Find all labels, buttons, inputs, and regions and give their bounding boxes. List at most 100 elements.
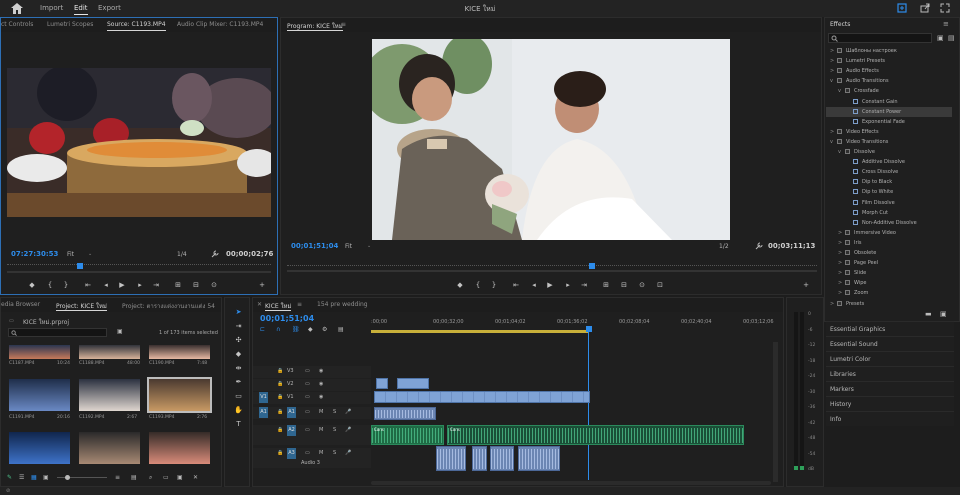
effects-item[interactable]: Additive Dissolve [826, 157, 952, 167]
new-bin-icon[interactable]: ▭ [163, 474, 169, 481]
overwrite-icon[interactable]: ⊟ [191, 281, 201, 289]
lift-icon[interactable]: ⊞ [601, 281, 611, 289]
snap-icon[interactable]: ∩ [276, 326, 280, 333]
go-to-out-icon[interactable]: ⇥ [151, 281, 161, 289]
effects-item[interactable]: v Video Transitions [826, 137, 952, 147]
automate-to-sequence-icon[interactable]: ▤ [131, 474, 137, 481]
sync-lock-icon[interactable]: ▭ [305, 427, 310, 433]
eye-icon[interactable]: ◉ [319, 394, 323, 400]
selection-tool-icon[interactable]: ➤ [233, 308, 244, 318]
eye-icon[interactable]: ◉ [319, 368, 323, 374]
project-clip-thumbnail[interactable] [149, 432, 210, 464]
effects-item[interactable]: > Lumetri Presets [826, 56, 952, 66]
find-icon[interactable]: ⌕ [149, 474, 152, 482]
timeline-horizontal-scrollbar[interactable] [371, 481, 771, 485]
clip-v1[interactable] [374, 391, 590, 403]
effects-search-input[interactable] [828, 33, 932, 43]
chevron-down-icon[interactable]: v [838, 88, 841, 94]
program-playhead[interactable] [589, 263, 595, 269]
project-clip-thumbnail[interactable] [9, 379, 70, 411]
add-marker-icon[interactable]: ◆ [455, 281, 465, 289]
lock-icon[interactable]: 🔒 [277, 450, 283, 456]
close-icon[interactable]: ✕ [257, 301, 262, 308]
step-forward-icon[interactable]: ▸ [563, 281, 573, 289]
step-forward-icon[interactable]: ▸ [135, 281, 145, 289]
clip-a3[interactable] [490, 446, 514, 471]
effects-item[interactable]: v Audio Transitions [826, 76, 952, 86]
track-target-label[interactable]: A1 [287, 407, 296, 418]
effects-item[interactable]: > Шаблоны настроек [826, 46, 952, 56]
effects-item[interactable]: > Presets [826, 299, 952, 309]
tab-project-other[interactable]: Project: ตารางแต่งงานงานแต่ง 54 [122, 301, 215, 311]
effects-item[interactable]: Dip to Black [826, 177, 952, 187]
panel-menu-icon[interactable]: ≡ [297, 301, 302, 308]
panel-essential-graphics[interactable]: Essential Graphics [826, 321, 954, 336]
chevron-right-icon[interactable]: > [838, 240, 842, 246]
new-bin-from-search-icon[interactable]: ▣ [117, 328, 123, 335]
project-clip-thumbnail[interactable] [79, 432, 140, 464]
extract-icon[interactable]: ⊟ [619, 281, 629, 289]
program-timecode[interactable]: 00;01;51;04 [291, 242, 338, 250]
track-target-label[interactable]: A3 [287, 448, 296, 459]
chevron-down-icon[interactable]: v [830, 78, 833, 84]
sync-lock-icon[interactable]: ▭ [305, 450, 310, 456]
source-zoom-bar[interactable] [7, 271, 271, 273]
source-patch-button[interactable]: A1 [259, 407, 268, 418]
thumbnail-size-handle[interactable] [65, 475, 70, 480]
program-fit-dropdown[interactable]: Fit [345, 243, 352, 250]
comparison-view-icon[interactable]: ⊡ [655, 281, 665, 289]
mute-button[interactable]: M [319, 409, 323, 415]
tab-sequence-kice[interactable]: KICE ใหม่ [265, 301, 292, 311]
tab-lumetri-scopes[interactable]: Lumetri Scopes [47, 21, 93, 28]
sync-lock-icon[interactable]: ▭ [305, 368, 310, 374]
track-target-label[interactable]: V1 [287, 394, 294, 400]
chevron-right-icon[interactable]: > [838, 230, 842, 236]
clip-a3[interactable] [472, 446, 487, 471]
effects-item[interactable]: > Slide [826, 268, 952, 278]
effects-item[interactable]: Dip to White [826, 187, 952, 197]
mark-in-icon[interactable]: { [45, 281, 55, 289]
type-tool-icon[interactable]: T [233, 420, 244, 430]
track-target-label[interactable]: V3 [287, 368, 294, 374]
project-clip-thumbnail[interactable] [149, 345, 210, 359]
source-fit-dropdown[interactable]: Fit [67, 251, 74, 258]
effects-title[interactable]: Effects [830, 21, 850, 28]
project-search-input[interactable] [8, 328, 107, 337]
freeform-view-icon[interactable]: ▣ [43, 474, 49, 481]
effects-item[interactable]: > Zoom [826, 288, 952, 298]
go-to-in-icon[interactable]: ⇤ [83, 281, 93, 289]
pen-tool-icon[interactable]: ✒ [233, 378, 244, 388]
step-back-icon[interactable]: ◂ [101, 281, 111, 289]
export-frame-icon[interactable]: ⊙ [209, 281, 219, 289]
clip-a2-music[interactable]: Cons [371, 425, 444, 445]
panel-lumetri-color[interactable]: Lumetri Color [826, 351, 954, 366]
effects-item[interactable]: v Crossfade [826, 86, 952, 96]
new-item-icon[interactable]: ▣ [177, 474, 183, 481]
new-folder-icon[interactable]: ▬ [925, 310, 932, 318]
panel-markers[interactable]: Markers [826, 381, 954, 396]
effects-item[interactable]: Exponential Fade [826, 117, 952, 127]
tab-project-kice[interactable]: Project: KICE ใหม่ [56, 301, 107, 311]
go-to-in-icon[interactable]: ⇤ [511, 281, 521, 289]
track-target-label[interactable]: A2 [287, 425, 296, 436]
insert-icon[interactable]: ⊞ [173, 281, 183, 289]
razor-tool-icon[interactable]: ◆ [233, 350, 244, 360]
delete-icon[interactable]: ▣ [940, 310, 947, 318]
clip-v2[interactable] [376, 378, 388, 389]
solo-button[interactable]: S [333, 409, 336, 415]
panel-history[interactable]: History [826, 396, 954, 411]
source-time-ruler[interactable] [7, 264, 271, 267]
timeline-vertical-scrollbar[interactable] [773, 342, 778, 482]
accelerated-effects-icon[interactable]: ▣ [937, 34, 944, 42]
button-editor-plus-icon[interactable]: + [257, 281, 267, 289]
workspace-export[interactable]: Export [98, 4, 121, 12]
effects-item[interactable]: Constant Gain [826, 97, 952, 107]
wrench-icon[interactable] [211, 250, 219, 258]
chevron-right-icon[interactable]: > [838, 250, 842, 256]
chevron-down-icon[interactable]: v [838, 149, 841, 155]
list-view-icon[interactable]: ☰ [19, 474, 24, 481]
project-clip-thumbnail[interactable] [9, 432, 70, 464]
panel-libraries[interactable]: Libraries [826, 366, 954, 381]
add-marker-icon[interactable]: ◆ [27, 281, 37, 289]
write-icon[interactable]: ✎ [7, 474, 12, 481]
